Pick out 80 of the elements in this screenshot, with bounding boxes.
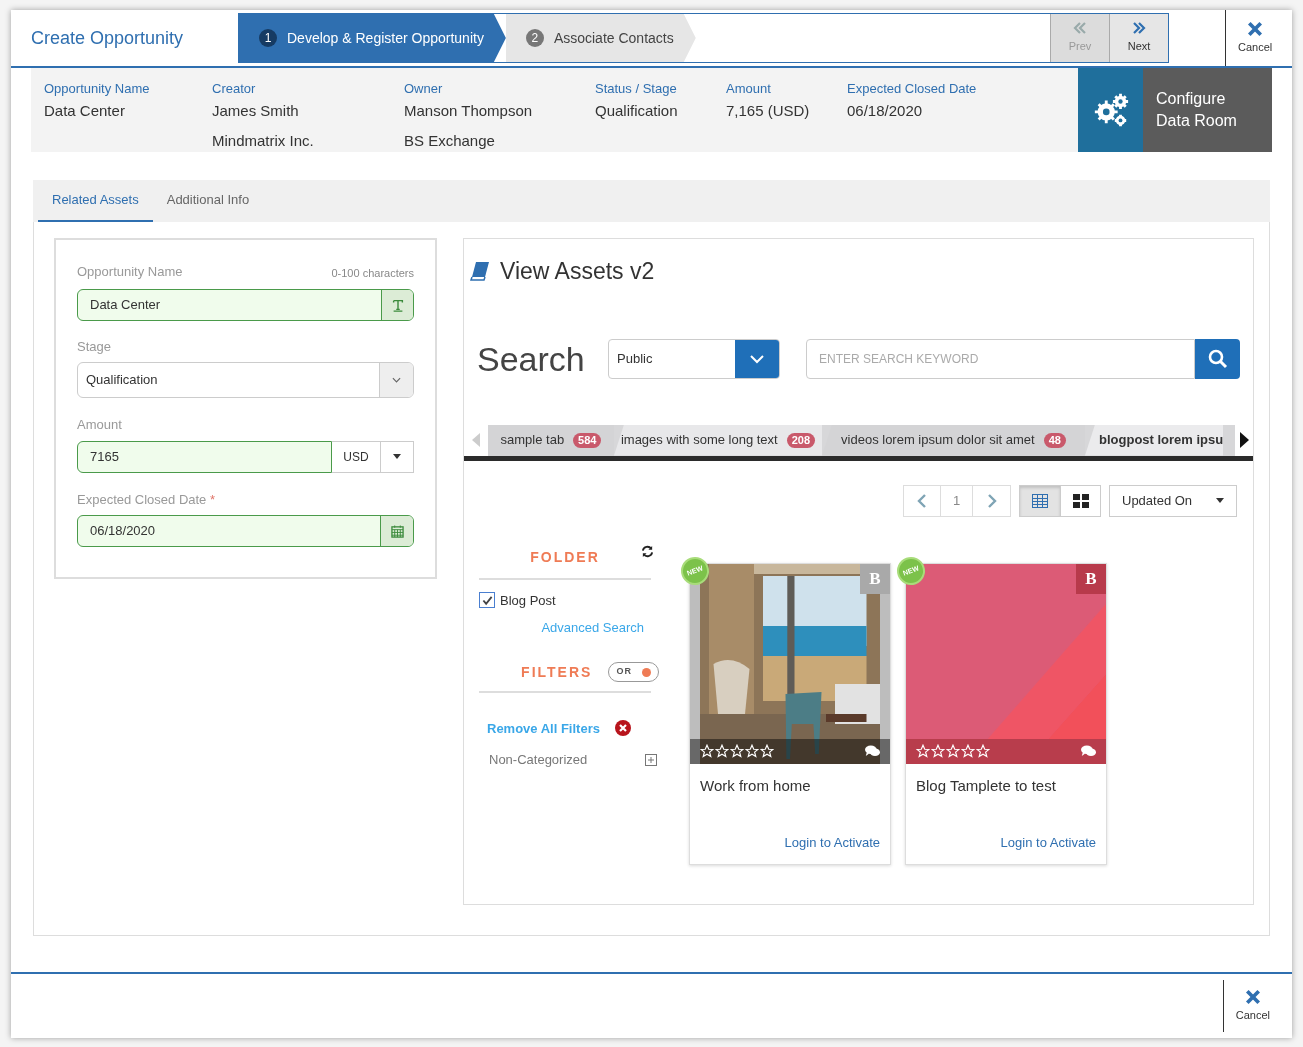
comments-icon[interactable] — [865, 745, 880, 757]
field-label: Expected Closed Date — [847, 80, 978, 98]
page-number: 1 — [941, 485, 973, 516]
caret-down-icon — [1216, 498, 1224, 503]
field-label: Owner — [404, 80, 444, 98]
panel-title: View Assets v2 — [500, 257, 655, 286]
field-label: Creator — [212, 80, 257, 98]
field-value: Qualification — [595, 100, 679, 121]
cancel-button[interactable]: Cancel — [1236, 20, 1275, 56]
asset-tab[interactable]: images with some long text 208 — [614, 424, 822, 456]
chevron-down-icon — [750, 354, 764, 364]
category-label: Non-Categorized — [489, 751, 588, 769]
search-icon — [1207, 349, 1228, 369]
section-heading: FILTERS — [521, 662, 593, 682]
card-title: Work from home — [699, 775, 812, 796]
section-heading: FOLDER — [530, 547, 600, 567]
text-format-icon — [390, 297, 405, 312]
type-badge: B — [1076, 563, 1106, 594]
date-input[interactable]: 06/18/2020 — [77, 515, 414, 547]
field-value: Mindmatrix Inc. — [212, 131, 315, 151]
expand-icon[interactable] — [645, 753, 657, 766]
calendar-icon — [390, 524, 404, 538]
triangle-left-icon — [472, 433, 480, 447]
field-label: Stage — [77, 337, 112, 356]
count-badge: 584 — [573, 432, 602, 448]
close-icon — [1247, 20, 1264, 37]
book-icon — [470, 261, 490, 282]
search-field[interactable]: ENTER SEARCH KEYWORD — [806, 339, 1195, 379]
field-label: Opportunity Name — [77, 263, 183, 281]
remove-icon[interactable] — [614, 720, 631, 737]
caret-down-icon — [393, 454, 401, 459]
character-limit-hint: 0-100 characters — [331, 266, 414, 281]
field-label: Opportunity Name — [44, 80, 151, 98]
field-label: Expected Closed Date * — [77, 490, 217, 509]
field-label: Amount — [726, 80, 772, 98]
field-value: BS Exchange — [404, 131, 496, 151]
next-button[interactable]: Next — [1109, 14, 1168, 62]
card-title: Blog Tamplete to test — [915, 775, 1057, 796]
currency-dropdown[interactable]: USD — [332, 440, 414, 473]
table-icon — [1032, 493, 1048, 508]
tab[interactable]: Additional Info — [152, 180, 264, 222]
wizard-step[interactable]: 1 Develop & Register Opportunity — [239, 14, 506, 62]
sort-dropdown[interactable]: Updated On — [1109, 484, 1237, 517]
cancel-button[interactable]: Cancel — [1233, 988, 1272, 1024]
stage-dropdown[interactable]: Qualification — [77, 362, 414, 398]
search-label: Search — [477, 338, 586, 380]
asset-tab[interactable]: blogpost lorem ipsu — [1085, 424, 1224, 456]
page-title: Create Opportunity — [31, 26, 184, 50]
folder-checkbox[interactable]: Blog Post — [479, 590, 669, 610]
name-input[interactable]: Data Center — [77, 288, 414, 321]
double-chevron-right-icon — [1131, 21, 1147, 36]
grid-icon — [1072, 493, 1089, 508]
amount-input[interactable]: 7165 — [77, 440, 332, 473]
login-to-activate-link[interactable]: Login to Activate — [784, 833, 880, 853]
close-icon — [1244, 988, 1261, 1005]
field-value: 7,165 (USD) — [726, 100, 811, 121]
star-rating[interactable] — [700, 744, 774, 758]
double-chevron-left-icon — [1072, 21, 1088, 36]
comments-icon[interactable] — [1081, 745, 1096, 757]
type-badge: B — [860, 563, 890, 594]
chevron-right-icon — [986, 492, 997, 509]
login-to-activate-link[interactable]: Login to Activate — [1000, 833, 1096, 853]
chevron-left-icon — [917, 492, 927, 509]
count-badge: 48 — [1043, 432, 1066, 448]
refresh-icon[interactable] — [641, 544, 654, 558]
count-badge: 208 — [786, 432, 816, 448]
scope-dropdown[interactable]: Public — [608, 339, 780, 379]
field-value: Manson Thompson — [404, 100, 534, 121]
wizard-step[interactable]: 2 Associate Contacts — [505, 14, 696, 62]
triangle-right-icon — [1239, 432, 1249, 448]
field-value: James Smith — [212, 100, 300, 121]
field-label: Amount — [77, 416, 123, 434]
table-view-button[interactable] — [1020, 485, 1060, 516]
field-label: Status / Stage — [595, 80, 678, 98]
star-rating[interactable] — [916, 744, 990, 758]
checkmark-icon — [481, 594, 493, 606]
chevron-down-icon — [392, 377, 401, 383]
field-value: Data Center — [44, 100, 126, 121]
field-value: 06/18/2020 — [847, 100, 924, 121]
search-button[interactable] — [1195, 339, 1240, 379]
